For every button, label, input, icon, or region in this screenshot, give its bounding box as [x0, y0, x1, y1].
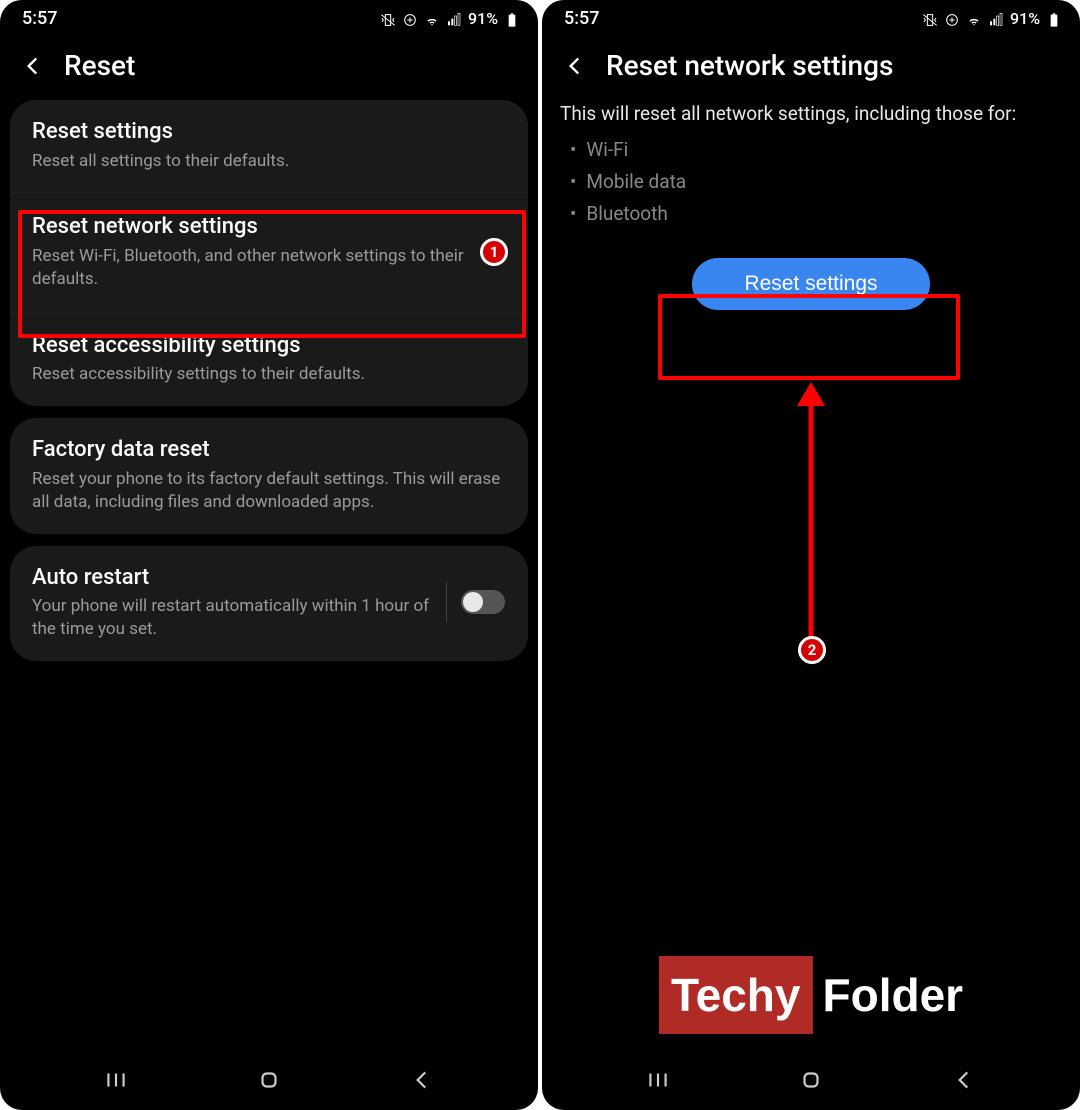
page-header: Reset — [0, 33, 538, 100]
battery-icon — [1046, 9, 1062, 28]
status-icons: 91% — [922, 9, 1062, 28]
item-auto-restart[interactable]: Auto restart Your phone will restart aut… — [10, 546, 528, 661]
bullet-wifi: Wi-Fi — [570, 134, 1052, 166]
nav-back-icon[interactable] — [409, 1067, 435, 1093]
watermark-part-2: Folder — [822, 968, 963, 1022]
wifi-icon — [424, 9, 440, 28]
bullet-list: Wi-Fi Mobile data Bluetooth — [542, 128, 1080, 237]
settings-card-2: Factory data reset Reset your phone to i… — [10, 418, 528, 533]
watermark: Techy Folder — [659, 956, 963, 1034]
data-saver-icon — [944, 9, 960, 28]
status-time: 5:57 — [22, 8, 57, 29]
item-title: Reset settings — [32, 118, 506, 146]
item-title: Factory data reset — [32, 436, 506, 464]
item-subtitle: Reset your phone to its factory default … — [32, 468, 506, 514]
signal-icon — [446, 9, 462, 28]
item-title: Reset network settings — [32, 213, 506, 241]
battery-icon — [504, 9, 520, 28]
nav-home-icon[interactable] — [798, 1067, 824, 1093]
nav-back-icon[interactable] — [951, 1067, 977, 1093]
phone-screenshot-left: 5:57 91% Reset Reset settings Reset all … — [0, 0, 538, 1110]
content-area: Reset settings Reset all settings to the… — [0, 100, 538, 1058]
item-reset-accessibility-settings[interactable]: Reset accessibility settings Reset acces… — [10, 313, 528, 406]
status-bar: 5:57 91% — [542, 0, 1080, 33]
item-title: Reset accessibility settings — [32, 332, 506, 360]
vibrate-icon — [380, 9, 396, 28]
auto-restart-toggle[interactable] — [461, 590, 505, 614]
battery-percent: 91% — [1010, 9, 1040, 28]
item-reset-network-settings[interactable]: Reset network settings Reset Wi-Fi, Blue… — [10, 192, 528, 312]
item-subtitle: Reset Wi-Fi, Bluetooth, and other networ… — [32, 245, 506, 291]
nav-bar — [542, 1058, 1080, 1110]
back-icon[interactable] — [20, 53, 46, 79]
data-saver-icon — [402, 9, 418, 28]
phone-screenshot-right: 5:57 91% Reset network settings This wil… — [542, 0, 1080, 1110]
signal-icon — [988, 9, 1004, 28]
nav-home-icon[interactable] — [256, 1067, 282, 1093]
bullet-bluetooth: Bluetooth — [570, 198, 1052, 230]
page-title: Reset — [64, 49, 135, 82]
wifi-icon — [966, 9, 982, 28]
item-subtitle: Your phone will restart automatically wi… — [32, 595, 436, 641]
nav-recents-icon[interactable] — [645, 1067, 671, 1093]
reset-settings-button[interactable]: Reset settings — [692, 258, 929, 310]
page-header: Reset network settings — [542, 33, 1080, 100]
item-factory-data-reset[interactable]: Factory data reset Reset your phone to i… — [10, 418, 528, 533]
status-bar: 5:57 91% — [0, 0, 538, 33]
nav-recents-icon[interactable] — [103, 1067, 129, 1093]
battery-percent: 91% — [468, 9, 498, 28]
status-icons: 91% — [380, 9, 520, 28]
settings-card-1: Reset settings Reset all settings to the… — [10, 100, 528, 406]
item-subtitle: Reset accessibility settings to their de… — [32, 363, 506, 386]
page-title: Reset network settings — [606, 49, 893, 82]
content-area: This will reset all network settings, in… — [542, 100, 1080, 1058]
back-icon[interactable] — [562, 53, 588, 79]
nav-bar — [0, 1058, 538, 1110]
settings-card-3: Auto restart Your phone will restart aut… — [10, 546, 528, 661]
vibrate-icon — [922, 9, 938, 28]
item-subtitle: Reset all settings to their defaults. — [32, 150, 506, 173]
item-title: Auto restart — [32, 564, 436, 592]
status-time: 5:57 — [564, 8, 599, 29]
item-reset-settings[interactable]: Reset settings Reset all settings to the… — [10, 100, 528, 192]
bullet-mobile-data: Mobile data — [570, 166, 1052, 198]
watermark-part-1: Techy — [659, 956, 813, 1034]
intro-text: This will reset all network settings, in… — [542, 100, 1080, 128]
